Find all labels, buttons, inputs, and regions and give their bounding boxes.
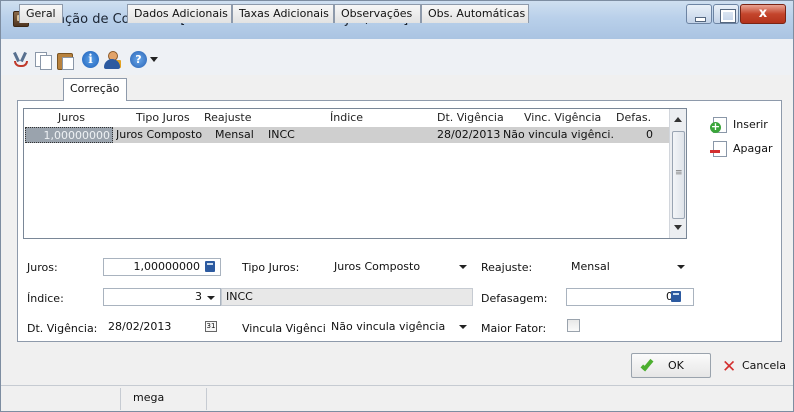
vincula-vigencia-dropdown-icon[interactable] xyxy=(459,325,467,329)
maior-fator-label: Maior Fator: xyxy=(481,322,547,335)
insert-label: Inserir xyxy=(733,118,768,131)
vincula-vigencia-select[interactable]: Não vincula vigência xyxy=(326,318,474,336)
indice-dropdown-icon[interactable] xyxy=(207,296,215,300)
corrections-grid[interactable]: Juros Tipo Juros Reajuste Índice Dt. Vig… xyxy=(23,108,687,239)
cell-reajuste[interactable]: Mensal xyxy=(215,127,265,143)
calendar-icon[interactable]: 31 xyxy=(205,321,217,332)
status-cell-empty xyxy=(1,388,121,410)
indice-code-input[interactable]: 3 xyxy=(103,288,221,306)
close-button[interactable]: x xyxy=(740,4,786,24)
vincula-vigencia-label: Vincula Vigência: xyxy=(242,322,337,335)
defasagem-label: Defasagem: xyxy=(481,292,548,305)
column-header-tipo-juros[interactable]: Tipo Juros xyxy=(136,109,190,127)
tab-correcao[interactable]: Correção xyxy=(63,78,127,101)
cell-indice[interactable]: INCC xyxy=(268,127,328,143)
column-header-indice[interactable]: Índice xyxy=(330,109,363,127)
indice-name-field: INCC xyxy=(221,288,473,306)
juros-input[interactable]: 1,00000000 xyxy=(103,258,221,276)
defasagem-calculator-icon[interactable] xyxy=(671,291,681,302)
tipo-juros-dropdown-icon[interactable] xyxy=(459,265,467,269)
indice-label: Índice: xyxy=(27,292,64,305)
scroll-up-icon[interactable] xyxy=(674,117,682,122)
tab-observacoes[interactable]: Observações xyxy=(334,4,421,23)
minimize-button[interactable] xyxy=(686,4,712,24)
tipo-juros-select[interactable]: Juros Composto xyxy=(329,258,473,276)
contracts-window: Relação de Contratos [RESIDENCIAL MODELO… xyxy=(0,0,794,412)
insert-icon xyxy=(710,117,727,133)
dt-vigencia-label: Dt. Vigência: xyxy=(27,322,98,335)
cut-icon[interactable] xyxy=(13,51,31,69)
ok-label: OK xyxy=(668,359,684,372)
column-header-reajuste[interactable]: Reajuste xyxy=(204,109,252,127)
cell-defas[interactable]: 0 xyxy=(623,127,653,143)
insert-button[interactable]: Inserir xyxy=(710,115,768,135)
help-dropdown-icon[interactable] xyxy=(150,57,158,62)
grid-vertical-scrollbar[interactable] xyxy=(669,109,686,238)
dt-vigencia-input[interactable]: 28/02/2013 xyxy=(103,318,221,336)
delete-button[interactable]: Apagar xyxy=(710,139,773,159)
reajuste-dropdown-icon[interactable] xyxy=(677,265,685,269)
delete-icon xyxy=(710,141,727,157)
reajuste-label: Reajuste: xyxy=(481,261,533,274)
paste-icon[interactable] xyxy=(56,51,74,70)
checkmark-icon xyxy=(640,357,654,372)
column-header-juros[interactable]: Juros xyxy=(58,109,85,127)
juros-label: Juros: xyxy=(27,261,58,274)
copy-icon[interactable] xyxy=(34,51,52,70)
tipo-juros-label: Tipo Juros: xyxy=(242,261,300,274)
scroll-down-icon[interactable] xyxy=(674,225,682,230)
tab-dados-adicionais[interactable]: Dados Adicionais xyxy=(127,4,232,23)
reajuste-select[interactable]: Mensal xyxy=(566,258,694,276)
cell-juros[interactable]: 1,00000000 xyxy=(25,127,113,143)
status-bar: mega xyxy=(1,385,793,411)
status-user: mega xyxy=(133,391,165,404)
cancel-label: Cancela xyxy=(742,359,787,372)
toolbar: i ? xyxy=(1,39,793,75)
maximize-button[interactable] xyxy=(713,4,739,24)
tab-obs-automaticas[interactable]: Obs. Automáticas xyxy=(421,4,529,23)
info-icon[interactable]: i xyxy=(82,51,99,68)
maior-fator-checkbox[interactable] xyxy=(567,319,580,332)
ok-button[interactable]: OK xyxy=(631,353,711,378)
delete-label: Apagar xyxy=(733,142,773,155)
table-row[interactable]: 1,00000000 Juros Composto Mensal INCC 28… xyxy=(25,127,670,143)
column-header-vinc-vigencia[interactable]: Vinc. Vigência xyxy=(524,109,601,127)
column-header-defas[interactable]: Defas. xyxy=(616,109,651,127)
cell-vinc-vigencia[interactable]: Não vincula vigênci. xyxy=(503,127,621,143)
help-icon[interactable]: ? xyxy=(130,51,147,68)
cell-tipo-juros[interactable]: Juros Composto xyxy=(116,127,212,143)
cancel-button[interactable]: ✕ Cancela xyxy=(717,353,787,378)
cell-dt-vigencia[interactable]: 28/02/2013 xyxy=(437,127,501,143)
close-icon: x xyxy=(758,6,768,21)
scroll-thumb[interactable] xyxy=(672,131,685,219)
column-header-dt-vigencia[interactable]: Dt. Vigência xyxy=(437,109,504,127)
tab-geral[interactable]: Geral xyxy=(19,4,63,23)
user-icon[interactable] xyxy=(103,51,121,69)
calculator-icon[interactable] xyxy=(205,261,215,272)
cancel-x-icon: ✕ xyxy=(722,357,737,377)
tab-taxas-adicionais[interactable]: Taxas Adicionais xyxy=(232,4,334,23)
